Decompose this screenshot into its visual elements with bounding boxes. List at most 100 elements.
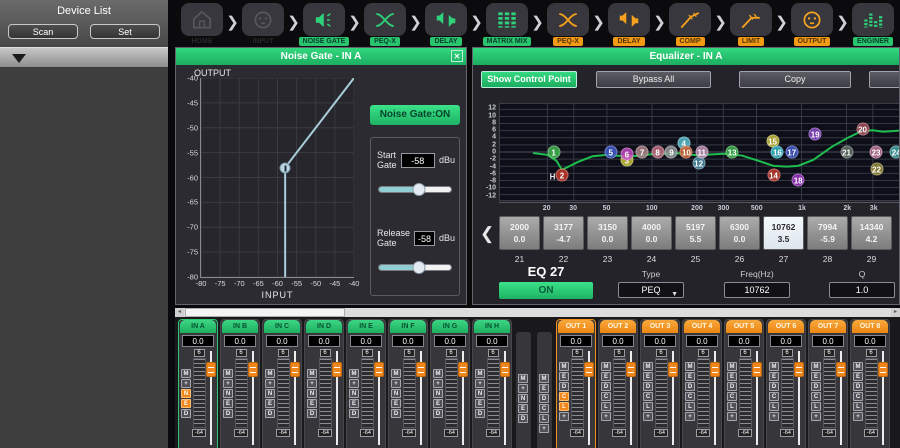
channel-button-c[interactable]: C [559,392,569,401]
channel-tab-out-3[interactable]: OUT 3 [642,320,678,333]
channel-button-d[interactable]: D [727,382,737,391]
channel-button-d[interactable]: D [539,394,549,403]
toolbar-item-matrix-mix[interactable]: MATRIX MIX [483,3,531,46]
channel-gain-value[interactable]: 0.0 [812,335,844,347]
eq-band-point-2[interactable]: 2H [555,169,568,182]
channel-button-c[interactable]: C [727,392,737,401]
fader-handle[interactable] [416,362,426,377]
channel-button-d[interactable]: D [307,409,317,418]
channel-button-n[interactable]: N [433,389,443,398]
channel-button-plus[interactable]: + [391,379,401,388]
channel-button-m[interactable]: M [727,362,737,371]
fader-handle[interactable] [500,362,510,377]
channel-gain-value[interactable]: 0.0 [686,335,718,347]
band-scroll-left-icon[interactable]: ❮ [480,224,494,244]
channel-button-c[interactable]: C [685,392,695,401]
channel-button-c[interactable]: C [539,404,549,413]
toolbar-item-peq-x[interactable]: PEQ-X [361,3,409,46]
release-gate-value[interactable]: -58 [414,231,435,246]
channel-button-l[interactable]: L [727,402,737,411]
noise-gate-graph[interactable]: -40-45-50-55-60-65-70-75-80 -80-75-70-65… [200,78,354,278]
channel-gain-value[interactable]: 0.0 [644,335,676,347]
eq-band-point-20[interactable]: 20 [856,122,869,135]
channel-gain-value[interactable]: 0.0 [182,335,214,347]
channel-button-c[interactable]: C [601,392,611,401]
channel-button-n[interactable]: N [475,389,485,398]
channel-button-d[interactable]: D [391,409,401,418]
eq-band-point-5[interactable]: 5 [604,146,617,159]
band-cell-22[interactable]: 3177-4.7 [543,216,584,250]
channel-button-e[interactable]: E [643,372,653,381]
eq-band-point-21[interactable]: 21 [840,146,853,159]
fader-handle[interactable] [206,362,216,377]
channel-tab-in-d[interactable]: IN D [306,320,342,333]
channel-button-l[interactable]: L [559,402,569,411]
channel-button-m[interactable]: M [433,369,443,378]
channel-tab-in-b[interactable]: IN B [222,320,258,333]
channel-button-m[interactable]: M [685,362,695,371]
eq-band-point-19[interactable]: 19 [809,128,822,141]
channel-gain-value[interactable]: 0.0 [560,335,592,347]
start-gate-slider-handle[interactable] [412,183,425,196]
channel-button-d[interactable]: D [349,409,359,418]
channel-tab-out-2[interactable]: OUT 2 [600,320,636,333]
channel-button-l[interactable]: L [539,414,549,423]
toolbar-item-delay[interactable]: DELAY [422,3,470,46]
channel-tab-in-h[interactable]: IN H [474,320,510,333]
toolbar-item-home[interactable]: HOME [178,3,226,46]
channel-button-c[interactable]: C [811,392,821,401]
channel-button-d[interactable]: D [811,382,821,391]
fader-handle[interactable] [668,362,678,377]
channel-tab-in-a[interactable]: IN A [180,320,216,333]
fader-handle[interactable] [248,362,258,377]
channel-gain-value[interactable]: 0.0 [434,335,466,347]
band-cell-24[interactable]: 40000.0 [631,216,672,250]
channel-button-e[interactable]: E [391,399,401,408]
channel-gain-value[interactable]: 0.0 [266,335,298,347]
channel-button-e[interactable]: E [539,384,549,393]
eq-band-point-22[interactable]: 22 [870,162,883,175]
channel-gain-value[interactable]: 0.0 [770,335,802,347]
channel-button-m[interactable]: M [181,369,191,378]
freq-field[interactable]: 10762 [724,282,790,298]
channel-tab-in-g[interactable]: IN G [432,320,468,333]
start-gate-slider[interactable] [378,186,452,193]
band-cell-28[interactable]: 7994-5.9 [807,216,848,250]
channel-button-plus[interactable]: + [769,412,779,421]
eq-band-point-9[interactable]: 9 [665,146,678,159]
channel-tab-out-6[interactable]: OUT 6 [768,320,804,333]
channel-button-d[interactable]: D [181,409,191,418]
channel-button-d[interactable]: D [769,382,779,391]
eq-band-point-1[interactable]: 1 [547,146,560,159]
channel-button-l[interactable]: L [853,402,863,411]
channel-button-m[interactable]: M [223,369,233,378]
channel-button-plus[interactable]: + [307,379,317,388]
channel-button-plus[interactable]: + [518,384,528,393]
release-gate-slider-handle[interactable] [412,261,425,274]
channel-button-n[interactable]: N [265,389,275,398]
bypass-all-button[interactable]: Bypass All [596,71,711,88]
channel-tab-out-7[interactable]: OUT 7 [810,320,846,333]
channel-button-plus[interactable]: + [475,379,485,388]
channel-button-d[interactable]: D [853,382,863,391]
eq-band-point-6[interactable]: 6 [620,147,633,160]
channel-button-c[interactable]: C [769,392,779,401]
channel-button-n[interactable]: N [181,389,191,398]
channel-tab-out-5[interactable]: OUT 5 [726,320,762,333]
channel-button-l[interactable]: L [811,402,821,411]
channel-button-e[interactable]: E [769,372,779,381]
channel-gain-value[interactable]: 0.0 [224,335,256,347]
channel-button-l[interactable]: L [769,402,779,411]
channel-gain-value[interactable]: 0.0 [476,335,508,347]
scan-button[interactable]: Scan [8,24,78,39]
fader-handle[interactable] [794,362,804,377]
channel-gain-value[interactable]: 0.0 [350,335,382,347]
band-cell-27[interactable]: 107623.5 [763,216,804,250]
channel-tab-out-8[interactable]: OUT 8 [852,320,888,333]
channel-button-e[interactable]: E [601,372,611,381]
channel-button-plus[interactable]: + [811,412,821,421]
eq-band-point-17[interactable]: 17 [785,146,798,159]
channel-button-l[interactable]: L [643,402,653,411]
channel-tab-in-c[interactable]: IN C [264,320,300,333]
channel-button-e[interactable]: E [685,372,695,381]
